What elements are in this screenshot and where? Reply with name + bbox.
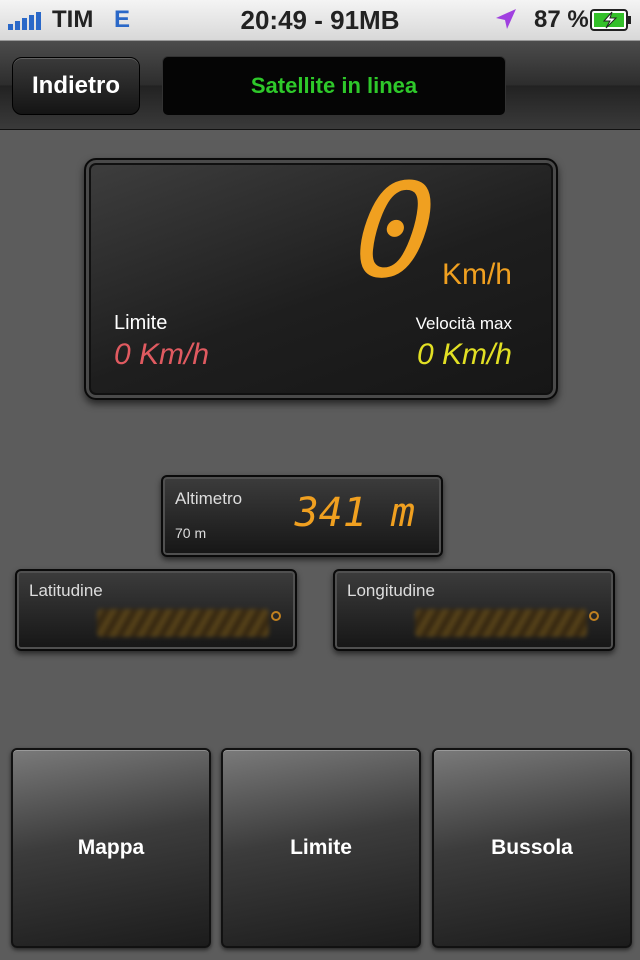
navigation-bar: Indietro Satellite in linea: [0, 41, 640, 130]
altimeter-panel: Altimetro 70 m 341 m: [161, 475, 443, 557]
battery-percentage: 87 %: [534, 6, 589, 33]
degree-icon: [589, 611, 599, 621]
map-button[interactable]: Mappa: [11, 748, 211, 948]
altimeter-accuracy: 70 m: [175, 525, 207, 541]
location-arrow-icon: [496, 9, 516, 29]
longitude-value-blurred: [415, 609, 587, 637]
current-speed: 0: [347, 155, 442, 307]
battery-charging-icon: [590, 9, 631, 31]
back-button[interactable]: Indietro: [12, 57, 140, 115]
degree-icon: [271, 611, 281, 621]
compass-button[interactable]: Bussola: [432, 748, 632, 948]
speed-unit: Km/h: [441, 258, 512, 291]
latitude-label: Latitudine: [29, 581, 103, 600]
longitude-label: Longitudine: [347, 581, 435, 600]
status-bar: TIM E 20:49 - 91MB 87 %: [0, 0, 640, 41]
limit-value: 0 Km/h: [114, 338, 210, 371]
gps-status-display: Satellite in linea: [162, 56, 506, 116]
longitude-panel: Longitudine: [333, 569, 615, 651]
speedometer-panel: 0 Km/h Limite 0 Km/h Velocità max 0 Km/h: [84, 155, 558, 400]
max-speed-label: Velocità max: [415, 314, 512, 333]
max-speed-value: 0 Km/h: [416, 338, 512, 371]
limit-button[interactable]: Limite: [221, 748, 421, 948]
latitude-value-blurred: [97, 609, 269, 637]
limit-label: Limite: [114, 312, 168, 334]
latitude-panel: Latitudine: [15, 569, 297, 651]
altitude-value: 341 m: [294, 490, 415, 536]
altimeter-label: Altimetro: [175, 489, 243, 508]
